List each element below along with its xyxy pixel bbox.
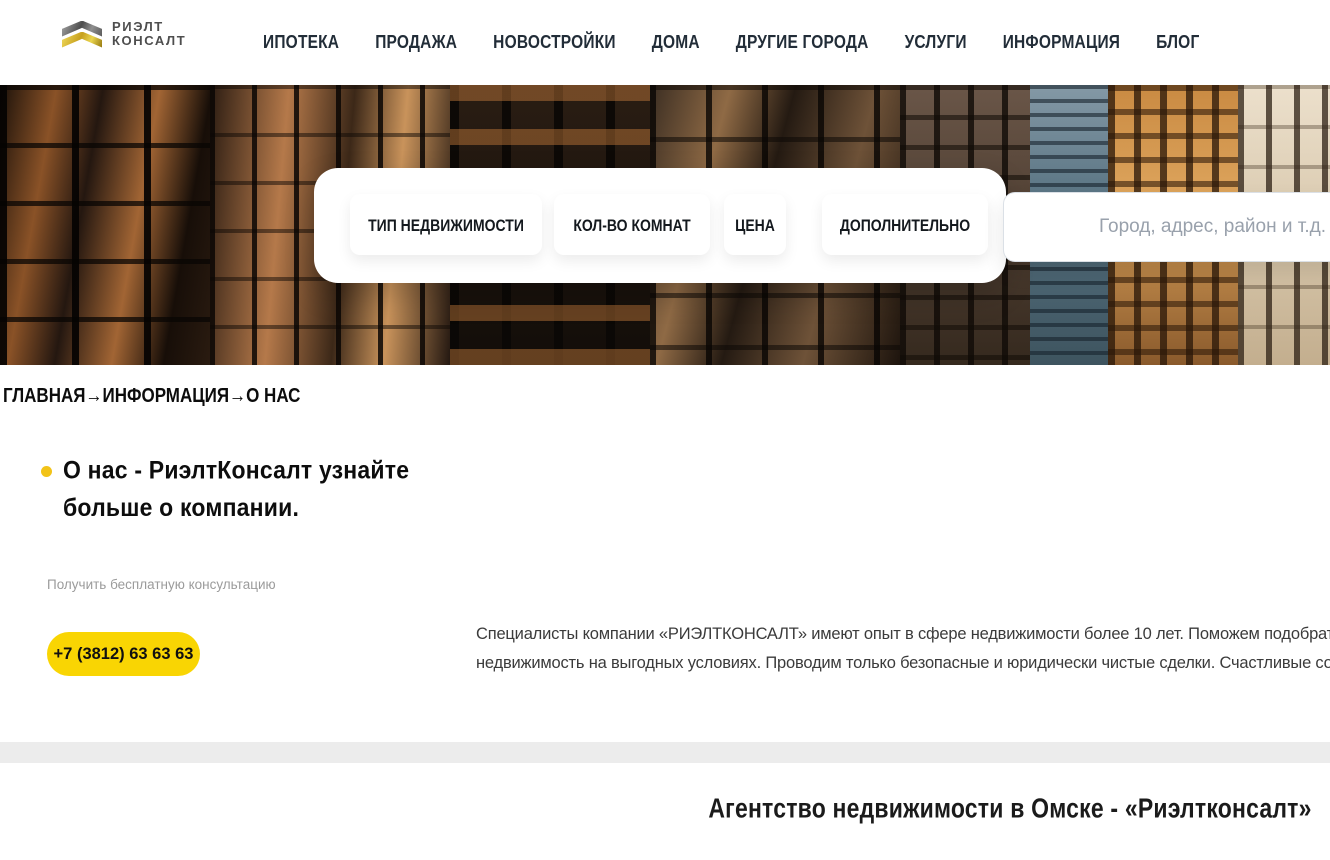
nav-item-blog[interactable]: БЛОГ (1156, 32, 1199, 54)
page: РИЭЛТ КОНСАЛТ ИПОТЕКА ПРОДАЖА НОВОСТРОЙК… (0, 0, 1330, 860)
page-title: О нас - РиэлтКонсалт узнайте больше о ко… (63, 451, 409, 526)
breadcrumb-item-information[interactable]: ИНФОРМАЦИЯ (102, 384, 229, 408)
filter-button-rooms[interactable]: КОЛ-ВО КОМНАТ (554, 194, 710, 255)
logo-text: РИЭЛТ КОНСАЛТ (112, 20, 186, 48)
filter-button-price-label: ЦЕНА (735, 215, 775, 234)
phone-button[interactable]: +7 (3812) 63 63 63 (47, 632, 200, 676)
page-title-line1: О нас - РиэлтКонсалт узнайте (63, 451, 409, 488)
logo-text-line2: КОНСАЛТ (112, 34, 186, 48)
consultation-label: Получить бесплатную консультацию (47, 577, 276, 592)
logo-mark (62, 21, 102, 48)
section-divider (0, 742, 1330, 763)
nav-item-information[interactable]: ИНФОРМАЦИЯ (1003, 32, 1120, 54)
breadcrumb-item-home[interactable]: ГЛАВНАЯ (3, 384, 85, 408)
breadcrumb-separator: → (229, 384, 246, 408)
logo-text-line1: РИЭЛТ (112, 20, 186, 34)
browser-viewport: РИЭЛТ КОНСАЛТ ИПОТЕКА ПРОДАЖА НОВОСТРОЙК… (0, 0, 1330, 860)
nav-item-mortgage[interactable]: ИПОТЕКА (263, 32, 339, 54)
filter-button-property-type[interactable]: ТИП НЕДВИЖИМОСТИ (350, 194, 542, 255)
logo[interactable]: РИЭЛТ КОНСАЛТ (62, 20, 186, 48)
filter-button-property-type-label: ТИП НЕДВИЖИМОСТИ (368, 215, 524, 234)
location-search-input[interactable] (1003, 192, 1330, 262)
filter-button-price[interactable]: ЦЕНА (724, 194, 786, 255)
nav-item-houses[interactable]: ДОМА (652, 32, 700, 54)
main-nav: ИПОТЕКА ПРОДАЖА НОВОСТРОЙКИ ДОМА ДРУГИЕ … (263, 0, 1199, 85)
hero-building-strip (0, 85, 210, 365)
about-paragraph: Специалисты компании «РИЭЛТКОНСАЛТ» имею… (476, 620, 1330, 678)
nav-item-new-buildings[interactable]: НОВОСТРОЙКИ (493, 32, 616, 54)
title-bullet-icon (41, 466, 52, 477)
nav-item-other-cities[interactable]: ДРУГИЕ ГОРОДА (736, 32, 869, 54)
filter-button-extra[interactable]: ДОПОЛНИТЕЛЬНО (822, 194, 988, 255)
agency-heading-text: Агентство недвижимости в Омске - «Риэлтк… (708, 792, 1311, 824)
nav-item-sale[interactable]: ПРОДАЖА (375, 32, 457, 54)
hero-photo: ТИП НЕДВИЖИМОСТИ КОЛ-ВО КОМНАТ ЦЕНА ДОПО… (0, 85, 1330, 365)
breadcrumb-item-about: О НАС (246, 384, 300, 408)
nav-item-services[interactable]: УСЛУГИ (905, 32, 967, 54)
filter-button-extra-label: ДОПОЛНИТЕЛЬНО (840, 215, 970, 234)
agency-heading: Агентство недвижимости в Омске - «Риэлтк… (0, 795, 1330, 822)
breadcrumb: ГЛАВНАЯ→ИНФОРМАЦИЯ→О НАС (3, 386, 300, 406)
about-paragraph-line1: Специалисты компании «РИЭЛТКОНСАЛТ» имею… (476, 620, 1330, 649)
site-header: РИЭЛТ КОНСАЛТ ИПОТЕКА ПРОДАЖА НОВОСТРОЙК… (0, 0, 1330, 85)
page-title-line2: больше о компании. (63, 488, 409, 525)
about-paragraph-line2: недвижимость на выгодных условиях. Прово… (476, 649, 1330, 678)
breadcrumb-separator: → (85, 384, 102, 408)
filter-button-rooms-label: КОЛ-ВО КОМНАТ (573, 215, 690, 234)
